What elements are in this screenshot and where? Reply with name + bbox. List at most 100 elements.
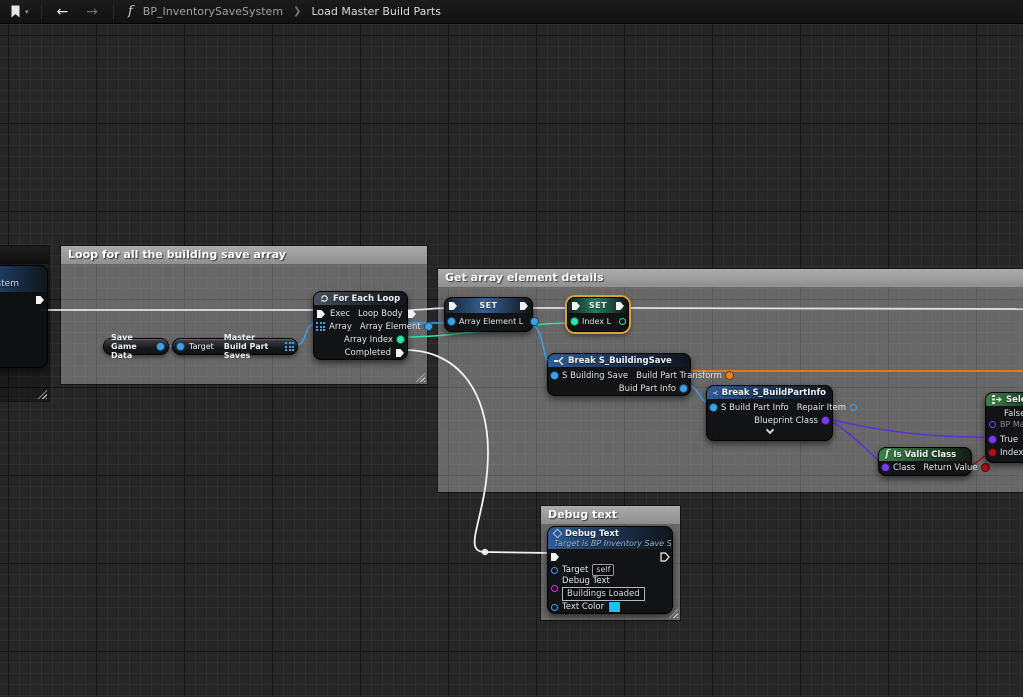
value-out-pin[interactable] [619, 318, 626, 325]
bookmark-icon [10, 5, 21, 18]
node-for-each-loop[interactable]: For Each Loop Exec Loop Body Array Array… [313, 291, 408, 360]
pin-label: Completed [345, 348, 391, 358]
pin-label: Debug Text [562, 576, 645, 586]
variable-label: Master Build Part Saves [224, 333, 280, 360]
breadcrumb-separator-icon: ❯ [293, 6, 301, 17]
diamond-icon [553, 529, 563, 539]
array-index-out-pin[interactable] [397, 336, 404, 343]
node-debug-text[interactable]: Debug Text Target is BP Inventory Save S… [547, 526, 673, 614]
node-title: e System [0, 279, 19, 289]
node-title: SET [479, 301, 497, 310]
node-partial-save-system[interactable]: e System [0, 265, 48, 368]
pin-label: Array Element [360, 322, 421, 332]
pin-label: Class [893, 463, 915, 473]
node-title: SET [589, 301, 607, 310]
node-set-array-element[interactable]: SET Array Element L [444, 297, 533, 332]
object-out-pin[interactable] [157, 343, 164, 350]
pin-label: Loop Body [358, 309, 403, 319]
target-in-pin[interactable] [177, 343, 184, 350]
node-select[interactable]: Select False BP Mas True Index [985, 392, 1023, 463]
function-icon: f [122, 4, 139, 19]
node-title: Break S_BuildingSave [568, 356, 672, 366]
class-in-pin[interactable] [882, 464, 889, 471]
value-in-pin[interactable] [448, 318, 455, 325]
false-default-value[interactable]: BP Mas [1000, 420, 1023, 429]
loop-icon [320, 294, 329, 303]
target-label: Target [189, 342, 214, 351]
node-is-valid-class[interactable]: f Is Valid Class Class Return Value [878, 447, 972, 476]
variable-label: Save Game Data [111, 333, 152, 360]
return-value-out-pin[interactable] [982, 464, 989, 471]
exec-in-pin[interactable] [448, 301, 458, 311]
breadcrumb-root[interactable]: BP_InventorySaveSystem [143, 5, 283, 18]
index-in-pin[interactable] [989, 449, 996, 456]
node-subtitle: Target is BP Inventory Save System [554, 539, 672, 548]
pin-label: Build Part Transform [636, 371, 722, 381]
pin-label: S Building Save [562, 371, 628, 381]
node-save-game-data[interactable]: Save Game Data [103, 338, 169, 355]
pin-label: Index [1000, 448, 1023, 458]
node-break-build-part-info[interactable]: Break S_BuildPartInfo S Build Part Info … [706, 385, 833, 441]
repair-item-out-pin[interactable] [850, 404, 857, 411]
pin-label: Array Element L [459, 317, 523, 326]
pin-label: Repair Item [797, 403, 846, 413]
transform-out-pin[interactable] [726, 372, 733, 379]
true-in-pin[interactable] [989, 436, 996, 443]
text-color-in-pin[interactable] [551, 604, 558, 611]
pin-label: Buid Part Info [619, 384, 676, 394]
pin-label: S Build Part Info [721, 403, 789, 413]
node-title: For Each Loop [333, 294, 400, 304]
value-out-pin[interactable] [531, 318, 538, 325]
blueprint-class-out-pin[interactable] [822, 417, 829, 424]
completed-exec-out-pin[interactable] [395, 348, 405, 358]
comment-title[interactable]: Debug text [541, 506, 680, 524]
info-out-pin[interactable] [680, 385, 687, 392]
array-grid-out-pin[interactable] [285, 342, 294, 351]
toolbar-divider [41, 5, 42, 19]
pin-label: Index L [582, 317, 611, 326]
array-element-out-pin[interactable] [425, 323, 432, 330]
array-in-pin[interactable] [316, 322, 325, 331]
debug-text-in-pin[interactable] [551, 585, 558, 592]
node-master-build-part-saves[interactable]: Target Master Build Part Saves [172, 338, 298, 355]
comment-title[interactable]: Loop for all the building save array [61, 246, 427, 264]
exec-out-pin[interactable] [407, 309, 417, 319]
break-struct-icon [554, 357, 564, 365]
node-set-index[interactable]: SET Index L [567, 297, 629, 332]
back-button[interactable]: ← [50, 4, 76, 20]
exec-out-pin[interactable] [519, 301, 529, 311]
pin-label: False [1004, 409, 1023, 419]
debug-text-input[interactable]: Buildings Loaded [562, 587, 645, 601]
node-break-building-save[interactable]: Break S_BuildingSave S Building Save Bui… [547, 353, 691, 396]
exec-out-pin[interactable] [615, 301, 625, 311]
toolbar-divider-2 [113, 5, 114, 19]
value-in-pin[interactable] [571, 318, 578, 325]
comment-title[interactable]: Get array element details [438, 269, 1023, 287]
exec-in-pin[interactable] [316, 309, 326, 319]
pin-label: Target [562, 565, 588, 575]
select-icon [992, 395, 1002, 404]
pin-label: Return Value [923, 463, 977, 473]
breadcrumb-current: Load Master Build Parts [311, 5, 441, 18]
target-in-pin[interactable] [551, 567, 558, 574]
pin-label: True [1000, 435, 1018, 445]
bookmark-button[interactable]: ▾ [6, 3, 33, 20]
struct-in-pin[interactable] [710, 404, 717, 411]
exec-in-pin[interactable] [550, 552, 560, 562]
target-value-box[interactable]: self [592, 564, 614, 576]
blueprint-graph-canvas[interactable]: Loop for all the building save array Get… [0, 24, 1023, 697]
blueprint-toolbar: ▾ ← → f BP_InventorySaveSystem ❯ Load Ma… [0, 0, 1023, 24]
expand-chevron-down-icon[interactable] [765, 426, 773, 434]
color-swatch[interactable] [608, 601, 621, 613]
exec-out-pin[interactable] [35, 295, 45, 305]
node-title: Debug Text [565, 529, 619, 539]
bookmark-chevron-down-icon: ▾ [25, 8, 29, 16]
exec-out-pin[interactable] [660, 552, 670, 562]
comment-title[interactable] [0, 246, 49, 264]
false-in-pin[interactable] [989, 421, 996, 428]
exec-in-pin[interactable] [571, 301, 581, 311]
forward-button[interactable]: → [79, 4, 105, 20]
struct-in-pin[interactable] [551, 372, 558, 379]
pin-label: Array Index [344, 335, 393, 345]
break-struct-icon [713, 389, 718, 397]
